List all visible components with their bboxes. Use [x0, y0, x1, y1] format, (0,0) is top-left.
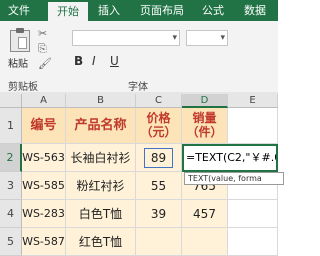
- font-name-dropdown[interactable]: ▾: [72, 30, 180, 46]
- tab-data[interactable]: 数据: [236, 0, 274, 21]
- row-header-1[interactable]: 1: [0, 108, 22, 144]
- font-size-dropdown[interactable]: ▾: [186, 30, 228, 46]
- column-header-b[interactable]: B: [66, 94, 136, 108]
- cell-a2[interactable]: WS-563: [22, 144, 66, 172]
- cell-b3[interactable]: 粉红衬衫: [66, 172, 136, 200]
- tab-formulas[interactable]: 公式: [194, 0, 232, 21]
- select-all-corner[interactable]: [0, 94, 22, 108]
- ribbon-tab-bar: 文件 开始 插入 页面布局 公式 数据: [0, 0, 278, 21]
- chevron-down-icon: ▾: [220, 33, 225, 43]
- format-painter-icon[interactable]: 🖌: [38, 58, 52, 70]
- tab-insert[interactable]: 插入: [90, 0, 128, 21]
- referenced-cell-value: 89: [143, 148, 174, 168]
- tab-file[interactable]: 文件: [0, 0, 38, 21]
- cell-b4[interactable]: 白色T恤: [66, 200, 136, 228]
- cell-c3[interactable]: 55: [136, 172, 182, 200]
- cell-c2[interactable]: 89: [136, 144, 182, 172]
- cell-e5[interactable]: [228, 228, 278, 256]
- cell-d4[interactable]: 457: [182, 200, 228, 228]
- column-header-a[interactable]: A: [22, 94, 66, 108]
- column-header-c[interactable]: C: [136, 94, 182, 108]
- underline-button[interactable]: U: [110, 54, 119, 68]
- row-header-2[interactable]: 2: [0, 144, 22, 172]
- cell-d5[interactable]: [182, 228, 228, 256]
- cell-c1[interactable]: 价格 （元）: [136, 108, 182, 144]
- cell-c4[interactable]: 39: [136, 200, 182, 228]
- cell-c5[interactable]: [136, 228, 182, 256]
- cell-e4[interactable]: [228, 200, 278, 228]
- cell-a1[interactable]: 编号: [22, 108, 66, 144]
- tab-page-layout[interactable]: 页面布局: [132, 0, 192, 21]
- cell-e1[interactable]: [228, 108, 278, 144]
- clipboard-group-label: 剪贴板: [8, 82, 38, 93]
- paste-icon[interactable]: [10, 28, 30, 52]
- row-header-4[interactable]: 4: [0, 200, 22, 228]
- bold-button[interactable]: B: [74, 54, 83, 68]
- cell-b2[interactable]: 长袖白衬衫: [66, 144, 136, 172]
- cell-a4[interactable]: WS-283: [22, 200, 66, 228]
- column-header-d[interactable]: D: [182, 94, 228, 108]
- chevron-down-icon: ▾: [172, 33, 177, 43]
- cell-a5[interactable]: WS-587: [22, 228, 66, 256]
- function-signature-tooltip: TEXT(value, forma: [184, 172, 284, 185]
- cell-d2-editing[interactable]: =TEXT(C2,"￥#.0: [182, 144, 278, 172]
- cell-b5[interactable]: 红色T恤: [66, 228, 136, 256]
- cell-b1[interactable]: 产品名称: [66, 108, 136, 144]
- font-group-label: 字体: [128, 82, 148, 93]
- column-header-e[interactable]: E: [228, 94, 278, 108]
- row-header-3[interactable]: 3: [0, 172, 22, 200]
- row-header-5[interactable]: 5: [0, 228, 22, 256]
- tab-home[interactable]: 开始: [48, 2, 88, 21]
- paste-button-label[interactable]: 粘贴: [8, 55, 28, 70]
- italic-button[interactable]: I: [92, 54, 96, 68]
- cut-icon[interactable]: ✂: [38, 28, 47, 40]
- cell-a3[interactable]: WS-585: [22, 172, 66, 200]
- cell-d1[interactable]: 销量 （件）: [182, 108, 228, 144]
- copy-icon[interactable]: ⎘: [38, 43, 47, 55]
